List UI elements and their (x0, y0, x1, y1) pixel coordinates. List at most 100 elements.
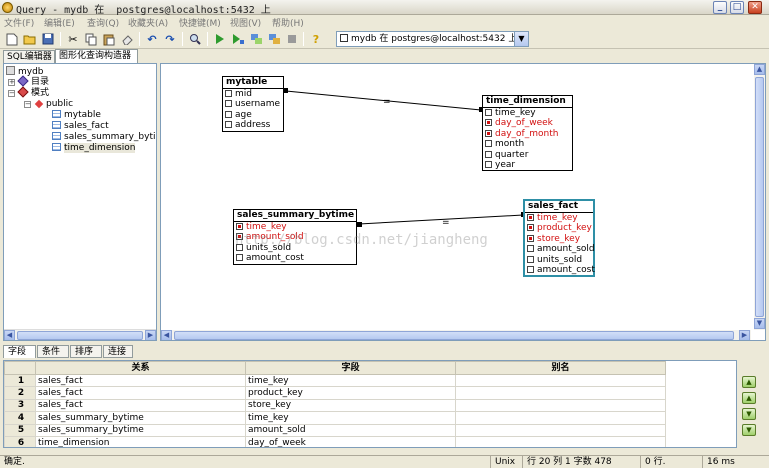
cell-relation[interactable]: sales_fact (35, 386, 246, 400)
scroll-thumb[interactable] (17, 331, 143, 340)
menu-favorites[interactable]: 收藏夹(A) (128, 16, 168, 29)
table-sales-fact[interactable]: sales_fact time_key product_key store_key a… (523, 199, 595, 278)
table-header[interactable]: sales_fact (525, 201, 593, 213)
column-checkbox[interactable] (225, 90, 232, 97)
tree-node-table[interactable]: time_dimension (52, 143, 136, 154)
column-header-relation[interactable]: 关系 (35, 361, 246, 375)
column-item[interactable]: amount_sold (525, 244, 595, 254)
scroll-up-icon[interactable]: ▲ (754, 64, 765, 75)
column-item[interactable]: day_of_week (483, 118, 572, 128)
column-checkbox[interactable] (485, 109, 492, 116)
open-icon[interactable] (22, 31, 38, 47)
column-checkbox[interactable] (527, 245, 534, 253)
column-header-field[interactable]: 字段 (245, 361, 456, 375)
column-checkbox[interactable] (527, 224, 534, 232)
menu-help[interactable]: 帮助(H) (272, 16, 304, 29)
cell-alias[interactable] (455, 435, 666, 447)
menu-edit[interactable]: 编辑(E) (44, 16, 75, 29)
cell-relation[interactable]: sales_fact (35, 398, 246, 413)
cell-relation[interactable]: sales_summary_bytime (35, 423, 246, 437)
column-item[interactable]: time_key (234, 222, 356, 232)
stop-icon[interactable] (284, 31, 300, 47)
help-icon[interactable]: ? (308, 31, 324, 47)
execute-icon[interactable] (212, 31, 228, 47)
move-bottom-button[interactable]: ▼ (742, 424, 756, 436)
column-item[interactable]: mid (223, 89, 283, 99)
eraser-icon[interactable] (119, 31, 135, 47)
cut-icon[interactable]: ✂ (65, 31, 81, 47)
scroll-thumb[interactable] (755, 77, 764, 317)
cell-field[interactable]: time_key (245, 411, 456, 425)
collapse-icon[interactable]: − (24, 101, 31, 108)
move-top-button[interactable]: ▲ (742, 376, 756, 388)
tab-conditions[interactable]: 条件 (37, 345, 69, 358)
table-row[interactable]: 5 sales_summary_bytime amount_sold (4, 423, 726, 437)
column-checkbox[interactable] (527, 266, 534, 274)
column-item[interactable]: time_key (483, 108, 572, 118)
tree-node-table[interactable]: mytable (52, 110, 101, 121)
cell-field[interactable]: day_of_week (245, 435, 456, 447)
chevron-down-icon[interactable]: ▼ (514, 32, 528, 46)
column-checkbox[interactable] (527, 255, 534, 263)
paste-icon[interactable] (101, 31, 117, 47)
column-checkbox[interactable] (485, 161, 492, 169)
menu-shortcuts[interactable]: 快捷键(M) (179, 16, 221, 29)
new-icon[interactable] (4, 31, 20, 47)
table-time-dimension[interactable]: time_dimension time_key day_of_week day_of… (482, 95, 573, 172)
redo-icon[interactable]: ↷ (162, 31, 178, 47)
column-item[interactable]: age (223, 110, 283, 120)
table-row[interactable]: 3 sales_fact store_key (4, 398, 726, 413)
column-item[interactable]: amount_cost (525, 265, 595, 275)
maximize-button[interactable]: □ (730, 1, 744, 14)
canvas-hscrollbar[interactable]: ◀ ▶ (161, 330, 751, 340)
table-row[interactable]: 1 sales_fact time_key (4, 373, 726, 388)
column-header-alias[interactable]: 别名 (455, 361, 666, 375)
cell-alias[interactable] (455, 398, 666, 413)
table-row[interactable]: 6 time_dimension day_of_week (4, 435, 726, 447)
query-canvas[interactable]: = = mytable mid username age address time_d… (160, 63, 766, 341)
expand-icon[interactable]: + (8, 79, 15, 86)
tab-sql-editor[interactable]: SQL编辑器 (3, 50, 55, 63)
explain-analyze-icon[interactable] (266, 31, 282, 47)
table-header[interactable]: mytable (223, 77, 283, 89)
column-item[interactable]: units_sold (525, 255, 593, 265)
menu-view[interactable]: 视图(V) (230, 16, 261, 29)
scroll-left-icon[interactable]: ◀ (4, 330, 15, 340)
cell-relation[interactable]: sales_summary_bytime (35, 411, 246, 425)
column-item[interactable]: day_of_month (483, 129, 572, 139)
tree-node-public[interactable]: public (34, 99, 73, 110)
move-up-button[interactable]: ▲ (742, 392, 756, 404)
cell-field[interactable]: amount_sold (245, 423, 456, 437)
close-button[interactable]: ✕ (748, 1, 762, 14)
tree-hscrollbar[interactable]: ◀ ▶ (4, 329, 156, 340)
column-item[interactable]: quarter (483, 150, 572, 160)
tab-sort[interactable]: 排序 (70, 345, 102, 358)
tree-node-table[interactable]: sales_summary_bytime (52, 132, 156, 143)
scroll-right-icon[interactable]: ▶ (739, 330, 750, 340)
table-row[interactable]: 2 sales_fact product_key (4, 386, 726, 400)
execute-step-icon[interactable] (230, 31, 246, 47)
column-checkbox[interactable] (485, 150, 492, 158)
column-item[interactable]: amount_cost (234, 253, 356, 263)
cell-alias[interactable] (455, 373, 666, 388)
connection-select[interactable]: mydb 在 postgres@localhost:5432 上 ▼ (336, 31, 529, 47)
table-mytable[interactable]: mytable mid username age address (222, 76, 284, 132)
move-down-button[interactable]: ▼ (742, 408, 756, 420)
column-item[interactable]: username (223, 99, 283, 109)
collapse-icon[interactable]: − (8, 90, 15, 97)
copy-icon[interactable] (83, 31, 99, 47)
column-item[interactable]: time_key (525, 213, 593, 223)
tab-joins[interactable]: 连接 (103, 345, 133, 358)
column-item[interactable]: year (483, 160, 572, 170)
tab-fields[interactable]: 字段 (3, 345, 36, 358)
cell-alias[interactable] (455, 423, 666, 437)
column-checkbox[interactable] (225, 121, 232, 129)
tab-graphical-builder[interactable]: 图形化查询构造器 (55, 49, 138, 63)
column-item[interactable]: address (223, 120, 283, 130)
column-checkbox[interactable] (485, 119, 492, 127)
menu-file[interactable]: 文件(F) (4, 16, 34, 29)
cell-field[interactable]: store_key (245, 398, 456, 413)
tree-node-table[interactable]: sales_fact (52, 121, 109, 132)
column-checkbox[interactable] (485, 140, 492, 148)
column-checkbox[interactable] (485, 129, 492, 137)
